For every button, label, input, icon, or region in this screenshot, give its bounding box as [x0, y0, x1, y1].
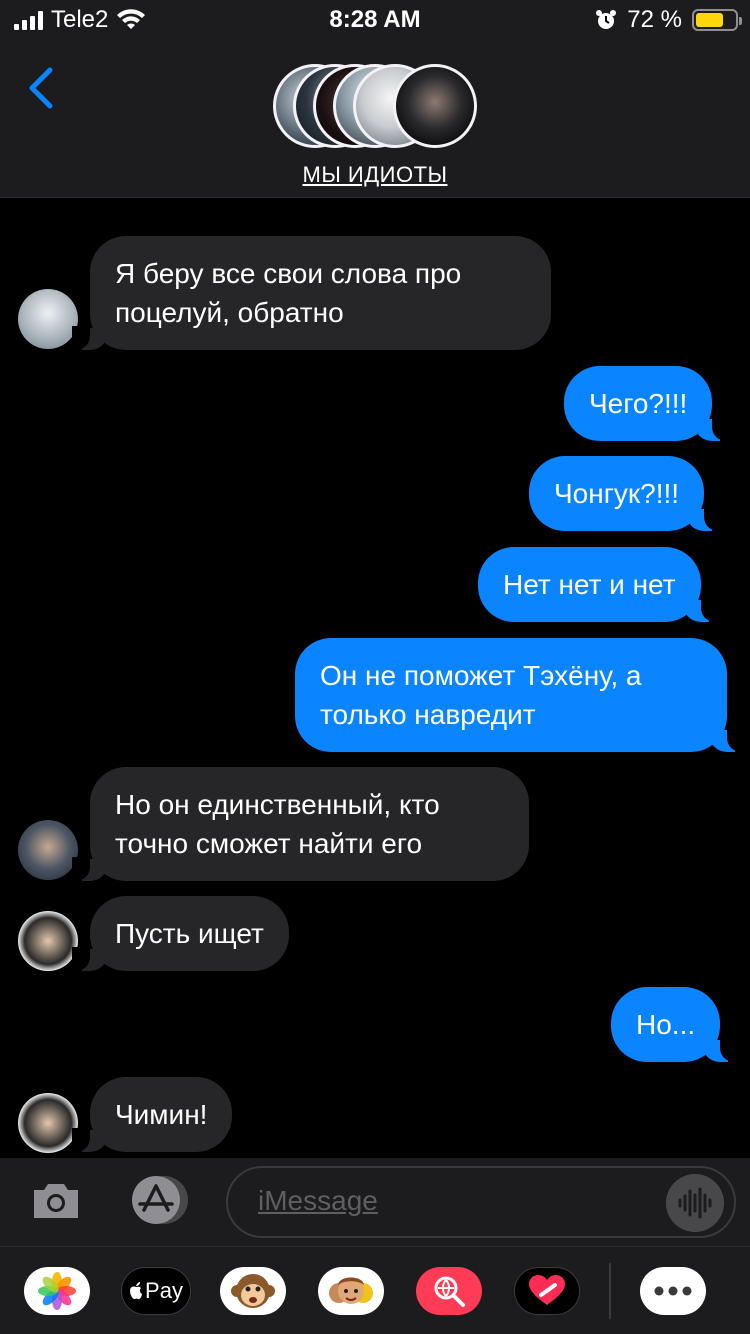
message-bubble-incoming[interactable]: Пусть ищет	[72, 896, 289, 971]
message-bubble-incoming[interactable]: Но он единственный, кто точно сможет най…	[72, 767, 529, 881]
battery-percent: 72 %	[627, 6, 682, 33]
camera-icon[interactable]	[30, 1178, 82, 1222]
group-avatars[interactable]	[273, 64, 483, 150]
status-right: 72 %	[595, 6, 742, 34]
message-bubble-outgoing[interactable]: Но...	[611, 987, 739, 1062]
audio-message-icon[interactable]	[666, 1174, 724, 1232]
sender-avatar	[18, 820, 78, 880]
alarm-icon	[596, 10, 617, 29]
digital-touch-icon[interactable]	[514, 1267, 580, 1315]
group-avatar	[393, 64, 477, 148]
message-input-placeholder: iMessage	[258, 1185, 378, 1216]
battery-icon	[692, 9, 742, 31]
message-bubble-incoming[interactable]: Я беру все свои слова про поцелуй, обрат…	[72, 236, 551, 350]
message-input[interactable]: iMessage	[226, 1166, 736, 1238]
message-bubble-outgoing[interactable]: Чонгук?!!!	[529, 456, 723, 531]
monkey-animoji-icon[interactable]	[220, 1267, 286, 1315]
status-bar: Tele2 8:28 AM 72 %	[0, 0, 750, 40]
chevron-left-icon[interactable]	[22, 66, 62, 110]
message-bubble-outgoing[interactable]: Чего?!!!	[564, 366, 731, 441]
drawer-divider	[609, 1263, 611, 1319]
app-store-icon[interactable]	[126, 1174, 192, 1226]
apple-pay-label: Pay	[145, 1278, 183, 1303]
apple-pay-icon[interactable]: Pay	[121, 1267, 191, 1315]
message-bubble-outgoing[interactable]: Он не поможет Тэхёну, а только навредит	[295, 638, 745, 752]
search-images-icon[interactable]	[416, 1267, 482, 1315]
message-bubble-outgoing[interactable]: Нет нет и нет	[478, 547, 719, 622]
battery-level	[696, 13, 724, 27]
compose-bar: iMessage	[0, 1158, 750, 1246]
apple-logo-icon	[130, 1282, 143, 1300]
message-bubble-incoming[interactable]: Чимин!	[71, 1077, 233, 1152]
group-name[interactable]: МЫ ИДИОТЫ	[0, 162, 750, 188]
more-icon[interactable]	[640, 1267, 706, 1315]
sender-avatar	[18, 289, 78, 349]
conversation-header: МЫ ИДИОТЫ	[0, 40, 750, 198]
memoji-icon[interactable]	[318, 1267, 384, 1315]
app-drawer: Pay	[0, 1246, 750, 1334]
sender-avatar	[18, 911, 78, 971]
sender-avatar	[18, 1093, 78, 1153]
photos-icon[interactable]	[24, 1267, 90, 1315]
